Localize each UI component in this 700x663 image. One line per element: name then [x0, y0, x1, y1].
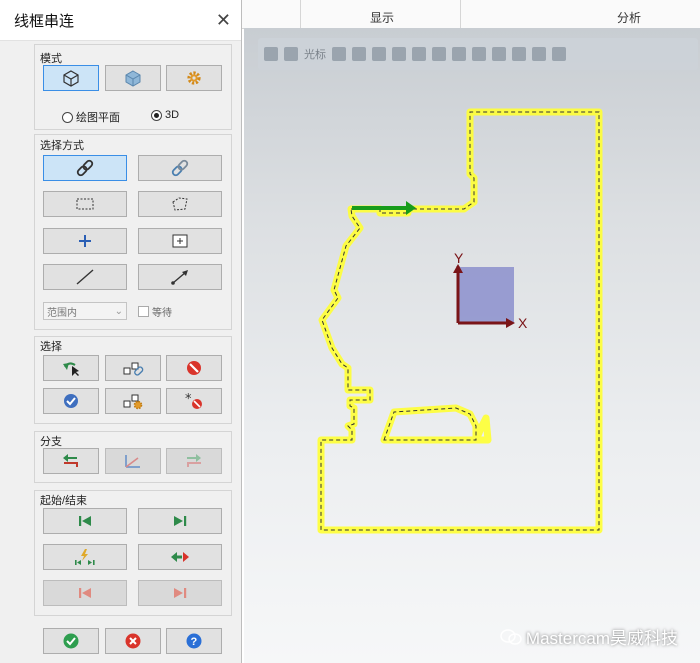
arrow-line-icon: [171, 270, 188, 285]
start-prev-button[interactable]: [43, 580, 127, 606]
select-chain-button[interactable]: [105, 355, 161, 381]
branch-axes-button[interactable]: [105, 448, 161, 474]
solid-mode-button[interactable]: [105, 65, 161, 91]
help-button[interactable]: ?: [166, 628, 222, 654]
cancel-all-button[interactable]: [166, 355, 222, 381]
solid-cube-icon: [125, 70, 141, 87]
polygon-select-button[interactable]: [138, 191, 222, 217]
chain-select-button[interactable]: [43, 155, 127, 181]
skip-end-icon: [174, 516, 187, 526]
skip-start-icon: [79, 516, 91, 526]
single-select-button[interactable]: [43, 228, 127, 254]
chain-link-icon: [76, 159, 94, 177]
cancel-button[interactable]: [105, 628, 161, 654]
reverse-arrows-icon: [171, 552, 189, 562]
check-circle-icon: [63, 633, 79, 649]
end-last-button[interactable]: [138, 508, 222, 534]
branch-back-button[interactable]: [43, 448, 99, 474]
select-group-label: 选择: [40, 341, 62, 353]
start-first-button[interactable]: [43, 508, 127, 534]
branch-axes-icon: [125, 455, 140, 468]
boxed-plus-icon: [172, 234, 188, 248]
window-select-button[interactable]: [43, 191, 127, 217]
chain-options-button[interactable]: [105, 388, 161, 414]
branch-forward-icon: [187, 454, 201, 467]
reselect-button[interactable]: [43, 388, 99, 414]
partial-chain-button[interactable]: [138, 155, 222, 181]
mode-settings-button[interactable]: [166, 65, 222, 91]
method-group-label: 选择方式: [40, 140, 84, 152]
panel-title: 线框串连: [14, 12, 75, 30]
wireframe-mode-button[interactable]: [43, 65, 99, 91]
scope-select[interactable]: 范围内 ⌄: [43, 302, 127, 320]
radio-3d-dot[interactable]: [151, 109, 162, 121]
mode-group-label: 模式: [40, 53, 62, 65]
prohibit-icon: [187, 361, 201, 375]
radio-plane-label: 绘图平面: [76, 112, 120, 124]
radio-3d-label: 3D: [165, 109, 180, 121]
skip-start-disabled-icon: [79, 588, 91, 598]
undo-select-button[interactable]: [43, 355, 99, 381]
plus-icon: [79, 235, 91, 247]
ok-button[interactable]: [43, 628, 99, 654]
close-icon[interactable]: ✕: [216, 10, 231, 31]
dynamic-start-button[interactable]: [43, 544, 127, 570]
line-icon: [76, 269, 94, 285]
dashed-polygon-icon: [172, 197, 188, 211]
partial-chain-icon: [171, 159, 189, 177]
ribbon-separator: [300, 0, 301, 28]
area-select-button[interactable]: [138, 228, 222, 254]
wait-checkbox-box[interactable]: [138, 306, 149, 317]
clear-filter-button[interactable]: *: [166, 388, 222, 414]
ribbon-separator: [460, 0, 461, 28]
refresh-check-icon: [64, 394, 78, 408]
ribbon-tab-display[interactable]: 显示: [370, 9, 394, 26]
radio-plane-dot[interactable]: [62, 111, 73, 123]
branch-group-label: 分支: [40, 436, 62, 448]
x-circle-icon: [125, 633, 141, 649]
wait-checkbox-label: 等待: [152, 308, 172, 319]
axis-y-label: Y: [454, 250, 464, 266]
origin-plane: [458, 267, 514, 323]
svg-text:*: *: [185, 392, 192, 407]
wechat-icon: [500, 628, 522, 645]
lightning-start-icon: [75, 549, 95, 565]
branch-forward-button[interactable]: [166, 448, 222, 474]
vector-direction-button[interactable]: [138, 264, 222, 290]
part-geometry: Y X: [317, 108, 603, 534]
watermark-text: Mastercam昊威科技: [525, 629, 678, 648]
skip-end-disabled-icon: [174, 588, 187, 598]
reverse-direction-button[interactable]: [138, 544, 222, 570]
branch-back-icon: [63, 454, 78, 467]
undo-arrow-icon: [63, 362, 79, 376]
axis-x-label: X: [518, 315, 528, 331]
graphics-viewport[interactable]: 光标 Y X Mastercam昊威科技: [244, 28, 700, 663]
chain-nodes-icon: [123, 362, 144, 376]
radio-plane[interactable]: 绘图平面: [62, 109, 120, 125]
vector-select-button[interactable]: [43, 264, 127, 290]
help-icon: ?: [186, 633, 202, 649]
dashed-rect-icon: [76, 198, 94, 210]
gear-icon: [187, 71, 201, 85]
end-next-button[interactable]: [138, 580, 222, 606]
asterisk-prohibit-icon: *: [185, 392, 202, 409]
startend-group-label: 起始/结束: [40, 495, 88, 507]
chain-gear-icon: [123, 394, 143, 410]
watermark: Mastercam昊威科技: [500, 624, 678, 649]
svg-text:?: ?: [191, 636, 198, 648]
chain-panel: 线框串连 ✕ 模式 绘图平面 3D 选择方式 范围内 ⌄ 等待 选择 * 分支 …: [0, 0, 242, 663]
panel-titlebar: 线框串连 ✕: [0, 0, 241, 41]
wait-checkbox[interactable]: 等待: [138, 304, 172, 319]
ribbon-tab-analysis[interactable]: 分析: [617, 9, 641, 26]
wireframe-cube-icon: [63, 70, 79, 87]
scope-select-value: 范围内: [47, 307, 77, 319]
chevron-down-icon: ⌄: [114, 305, 123, 317]
radio-3d[interactable]: 3D: [151, 109, 179, 121]
